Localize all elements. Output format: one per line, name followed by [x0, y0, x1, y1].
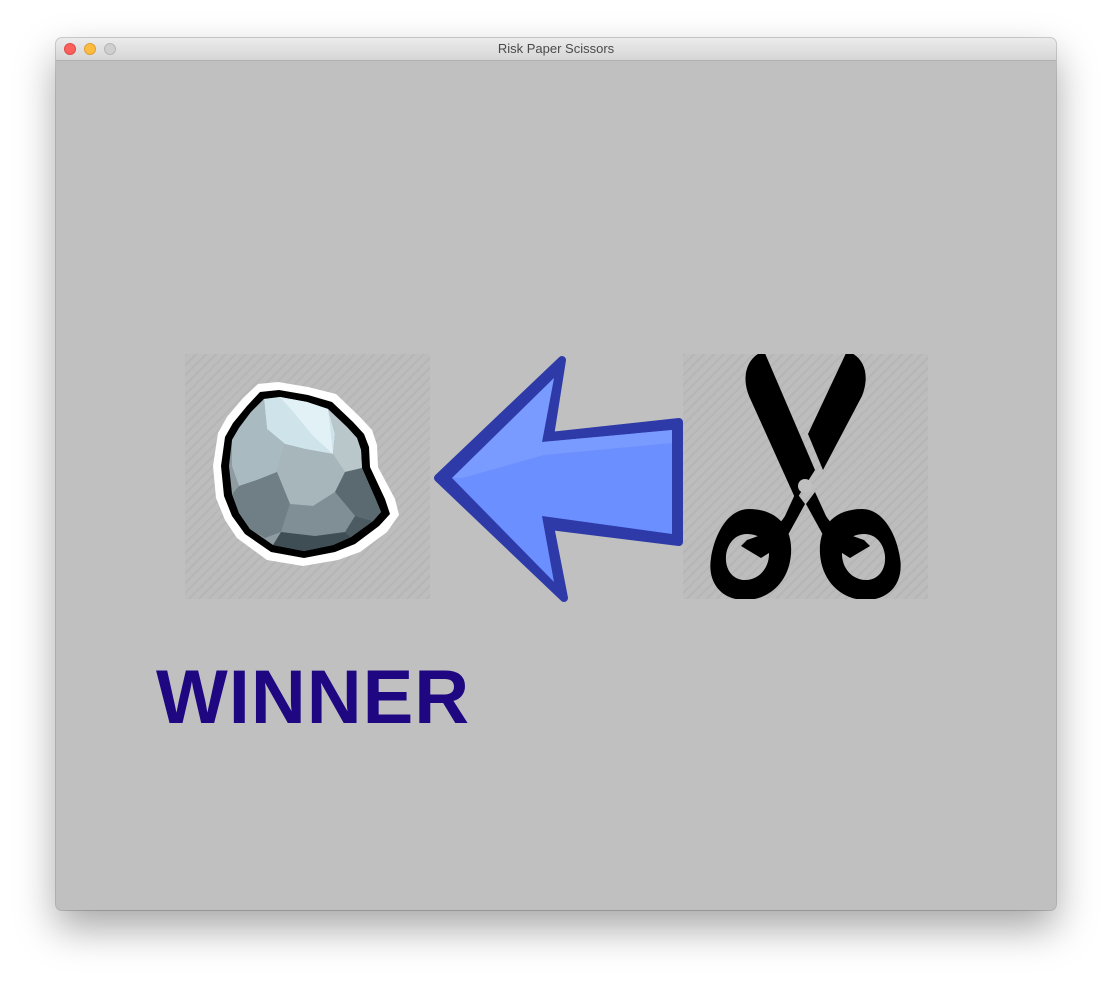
scissors-icon — [710, 354, 901, 599]
result-label: WINNER — [156, 655, 471, 740]
rock-icon — [213, 382, 399, 566]
window-title: Risk Paper Scissors — [497, 41, 615, 56]
player-choice-slot — [185, 354, 430, 599]
left-arrow-icon — [434, 356, 683, 602]
app-window: Risk Paper Scissors WINNER — [56, 38, 1056, 910]
game-canvas: WINNER — [56, 61, 1056, 910]
computer-choice-slot — [683, 354, 928, 599]
title-bar[interactable]: Risk Paper Scissors — [56, 38, 1056, 61]
